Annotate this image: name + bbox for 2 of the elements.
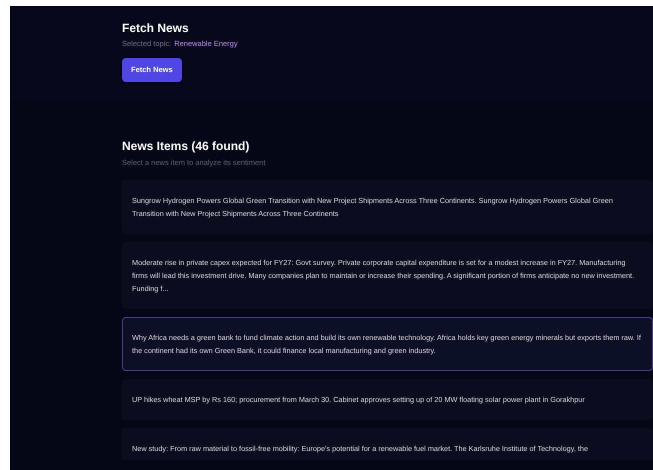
section-title: News Items (46 found)	[122, 140, 250, 152]
section-title: Fetch News	[122, 22, 190, 34]
